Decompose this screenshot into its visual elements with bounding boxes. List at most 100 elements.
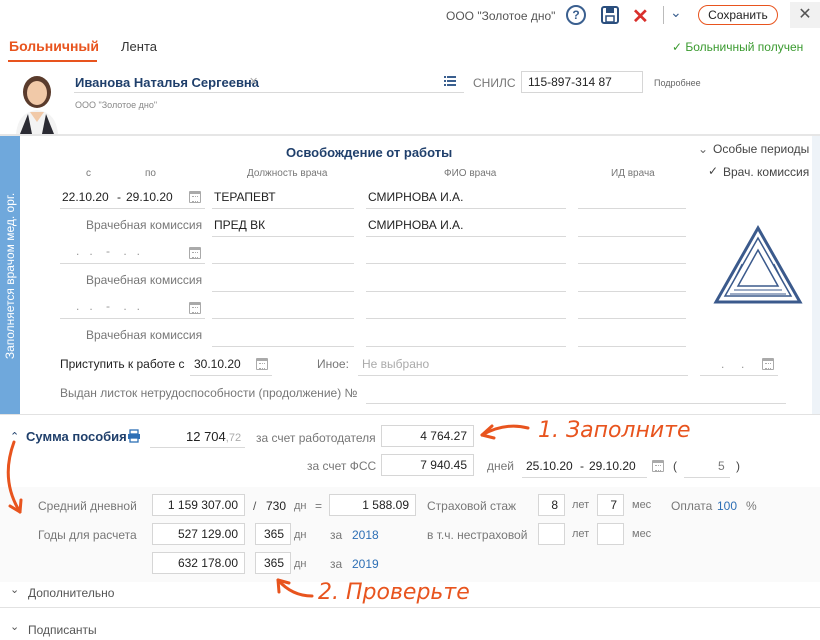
section-title: Освобождение от работы bbox=[286, 145, 453, 160]
save-button[interactable]: Сохранить bbox=[698, 5, 778, 25]
chevron-down-icon[interactable]: ⌄ bbox=[10, 583, 19, 596]
other-date-dots[interactable]: . . bbox=[721, 357, 744, 371]
benefit-title[interactable]: Сумма пособия bbox=[26, 429, 127, 444]
year2-days-field[interactable]: 365 bbox=[255, 552, 291, 574]
chevron-down-icon[interactable]: ⌄ bbox=[10, 620, 19, 633]
pay-unit: % bbox=[746, 499, 757, 513]
period-to[interactable]: 29.10.20 bbox=[126, 190, 173, 204]
calendar-icon[interactable] bbox=[189, 247, 201, 259]
empty-date-dots[interactable]: . . - . . bbox=[76, 299, 140, 313]
calendar-icon[interactable] bbox=[256, 358, 268, 370]
years-unit: лет bbox=[572, 499, 590, 511]
position-underline bbox=[212, 346, 354, 347]
tab-feed[interactable]: Лента bbox=[121, 39, 157, 54]
benefit-section: ⌃ Сумма пособия 12 704,72 за счет работо… bbox=[0, 415, 820, 640]
days-count: 5 bbox=[718, 459, 725, 473]
id-underline bbox=[578, 346, 686, 347]
year2-unit: дн bbox=[294, 558, 307, 570]
save-icon[interactable] bbox=[600, 5, 620, 28]
year2-link[interactable]: 2019 bbox=[352, 557, 379, 571]
details-link[interactable]: Подробнее bbox=[654, 78, 701, 88]
noninsured-years-field[interactable] bbox=[538, 523, 565, 545]
year1-link[interactable]: 2018 bbox=[352, 528, 379, 542]
days-label: дней bbox=[487, 459, 515, 473]
calendar-icon[interactable] bbox=[762, 358, 774, 370]
chevron-down-icon[interactable]: ⌄ bbox=[698, 142, 708, 156]
equals-sign: = bbox=[315, 499, 323, 513]
id-underline bbox=[578, 208, 686, 209]
other-select[interactable]: Не выбрано bbox=[362, 357, 429, 371]
snils-field[interactable]: 115-897-314 87 bbox=[521, 71, 643, 93]
date-underline bbox=[60, 318, 205, 319]
signers-toggle[interactable]: Подписанты bbox=[28, 623, 97, 637]
fss-amount-field[interactable]: 7 940.45 bbox=[381, 454, 474, 476]
annotation-fill: 1. Заполните bbox=[538, 418, 691, 443]
pay-label: Оплата bbox=[671, 499, 713, 513]
days-count-underline bbox=[684, 477, 730, 478]
total-underline bbox=[150, 447, 245, 448]
commission-checkbox-label[interactable]: Врач. комиссия bbox=[723, 165, 809, 179]
printer-icon[interactable] bbox=[127, 429, 141, 446]
close-icon[interactable]: ✕ bbox=[790, 2, 820, 28]
org-name: ООО "Золотое дно" bbox=[446, 9, 556, 23]
id-underline bbox=[578, 236, 686, 237]
name-underline bbox=[74, 92, 464, 93]
year1-amount-field[interactable]: 527 129.00 bbox=[152, 523, 245, 545]
stazh-label: Страховой стаж bbox=[427, 499, 517, 513]
year1-unit: дн bbox=[294, 529, 307, 541]
employer-amount-field[interactable]: 4 764.27 bbox=[381, 425, 474, 447]
clear-icon[interactable]: ✕ bbox=[249, 75, 258, 88]
avg-total-field[interactable]: 1 159 307.00 bbox=[152, 494, 245, 516]
continuation-label: Выдан листок нетрудоспособности (продолж… bbox=[60, 386, 358, 400]
tab-sick-leave[interactable]: Больничный bbox=[9, 38, 99, 54]
stazh-months-field[interactable]: 7 bbox=[597, 494, 624, 516]
help-icon[interactable]: ? bbox=[566, 5, 586, 25]
period-dash: - bbox=[117, 190, 121, 204]
chevron-up-icon[interactable]: ⌃ bbox=[10, 430, 19, 443]
employee-name[interactable]: Иванова Наталья Сергеевна bbox=[75, 75, 259, 90]
days-to[interactable]: 29.10.20 bbox=[589, 459, 636, 473]
fio-underline bbox=[366, 263, 566, 264]
additional-toggle[interactable]: Дополнительно bbox=[28, 586, 114, 600]
annotation-check: 2. Проверьте bbox=[318, 580, 470, 605]
calendar-icon[interactable] bbox=[652, 460, 664, 472]
doctor-fio[interactable]: СМИРНОВА И.А. bbox=[368, 190, 463, 204]
special-periods-toggle[interactable]: Особые периоды bbox=[713, 142, 809, 156]
doctor-position[interactable]: ТЕРАПЕВТ bbox=[214, 190, 276, 204]
list-icon[interactable] bbox=[444, 75, 456, 89]
divider bbox=[663, 6, 664, 24]
empty-date-dots[interactable]: . . - . . bbox=[76, 244, 140, 258]
other-label: Иное: bbox=[317, 357, 349, 371]
days-from[interactable]: 25.10.20 bbox=[526, 459, 573, 473]
tab-bar: Больничный Лента ✓ Больничный получен bbox=[0, 32, 820, 62]
year2-amount-field[interactable]: 632 178.00 bbox=[152, 552, 245, 574]
snils-label: СНИЛС bbox=[473, 76, 516, 90]
calendar-icon[interactable] bbox=[189, 302, 201, 314]
other-date-underline bbox=[700, 375, 778, 376]
person-header: Иванова Наталья Сергеевна ✕ ООО "Золотое… bbox=[0, 62, 820, 134]
commission-position[interactable]: ПРЕД ВК bbox=[214, 218, 265, 232]
pay-value[interactable]: 100 bbox=[717, 499, 737, 513]
position-underline bbox=[212, 236, 354, 237]
paren-close: ) bbox=[736, 459, 740, 473]
chevron-down-icon[interactable]: ⌄ bbox=[670, 4, 682, 21]
calendar-icon[interactable] bbox=[189, 191, 201, 203]
check-icon[interactable]: ✓ bbox=[708, 164, 718, 178]
commission-label: Врачебная комиссия bbox=[86, 273, 203, 287]
return-date[interactable]: 30.10.20 bbox=[194, 357, 241, 371]
stazh-years-field[interactable]: 8 bbox=[538, 494, 565, 516]
other-underline bbox=[358, 375, 688, 376]
date-underline bbox=[60, 263, 205, 264]
delete-icon[interactable]: ✕ bbox=[632, 4, 649, 29]
position-underline bbox=[212, 263, 354, 264]
return-underline bbox=[190, 375, 272, 376]
noninsured-months-field[interactable] bbox=[597, 523, 624, 545]
period-from[interactable]: 22.10.20 bbox=[62, 190, 109, 204]
col-from: с bbox=[86, 168, 91, 179]
col-to: по bbox=[145, 168, 156, 179]
return-label: Приступить к работе с bbox=[60, 357, 185, 371]
commission-fio[interactable]: СМИРНОВА И.А. bbox=[368, 218, 463, 232]
position-underline bbox=[212, 318, 354, 319]
avg-result-field[interactable]: 1 588.09 bbox=[329, 494, 416, 516]
year1-days-field[interactable]: 365 bbox=[255, 523, 291, 545]
